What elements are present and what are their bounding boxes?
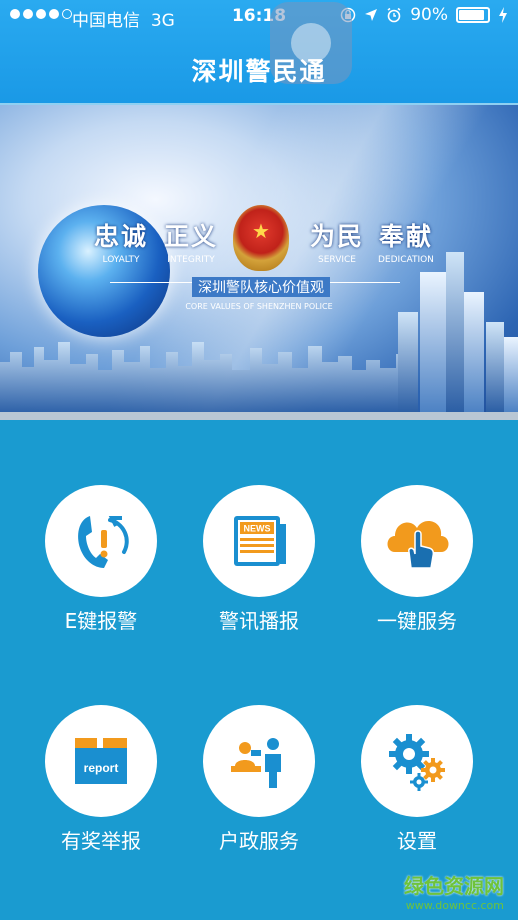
gears-icon <box>389 734 445 791</box>
news-icon: NEWS <box>234 516 286 566</box>
menu-news-broadcast[interactable]: NEWS 警讯播报 <box>184 485 334 634</box>
menu-label: 有奖举报 <box>61 829 141 853</box>
location-arrow-icon <box>365 9 378 21</box>
service-desk-icon <box>231 738 281 788</box>
page-title: 深圳警民通 <box>191 57 327 86</box>
watermark-name: 绿色资源网 <box>404 874 504 898</box>
svg-text:report: report <box>84 761 119 775</box>
menu-label: E键报警 <box>64 609 138 633</box>
status-bar: 中国电信 3G 16:18 90% <box>0 0 518 34</box>
banner-image: 忠诚 LOYALTY 正义 INTEGRITY 为民 SERVICE 奉献 DE… <box>0 105 518 420</box>
menu-household-service[interactable]: 户政服务 <box>184 705 334 854</box>
menu-label: 户政服务 <box>219 829 299 853</box>
charging-bolt-icon <box>499 7 507 23</box>
menu-grid: E键报警 NEWS 警讯播报 一键服务 report 有奖举报 户政服务 设置 … <box>0 420 518 920</box>
alarm-clock-icon <box>387 7 401 23</box>
watermark-url: www.downcc.com <box>405 899 504 912</box>
report-box-icon: report <box>75 738 127 784</box>
alarm-phone-icon <box>78 516 129 568</box>
svg-text:NEWS: NEWS <box>244 524 271 534</box>
menu-label: 警讯播报 <box>219 609 299 633</box>
menu-e-alarm[interactable]: E键报警 <box>26 485 176 634</box>
top-bar: 中国电信 3G 16:18 90% 深圳警民通 <box>0 0 518 105</box>
menu-reward-report[interactable]: report 有奖举报 <box>26 705 176 854</box>
touch-hand-icon <box>387 521 449 569</box>
battery-percent: 90% <box>410 5 448 25</box>
menu-settings[interactable]: 设置 <box>342 705 492 854</box>
watermark: 绿色资源网 www.downcc.com <box>404 870 504 912</box>
menu-label: 一键服务 <box>377 609 457 633</box>
menu-one-key-service[interactable]: 一键服务 <box>342 485 492 634</box>
city-skyline <box>0 252 518 412</box>
status-right: 90% <box>340 5 508 25</box>
banner-bottom-strip <box>0 412 518 420</box>
menu-label: 设置 <box>397 829 437 853</box>
battery-icon <box>456 7 490 23</box>
